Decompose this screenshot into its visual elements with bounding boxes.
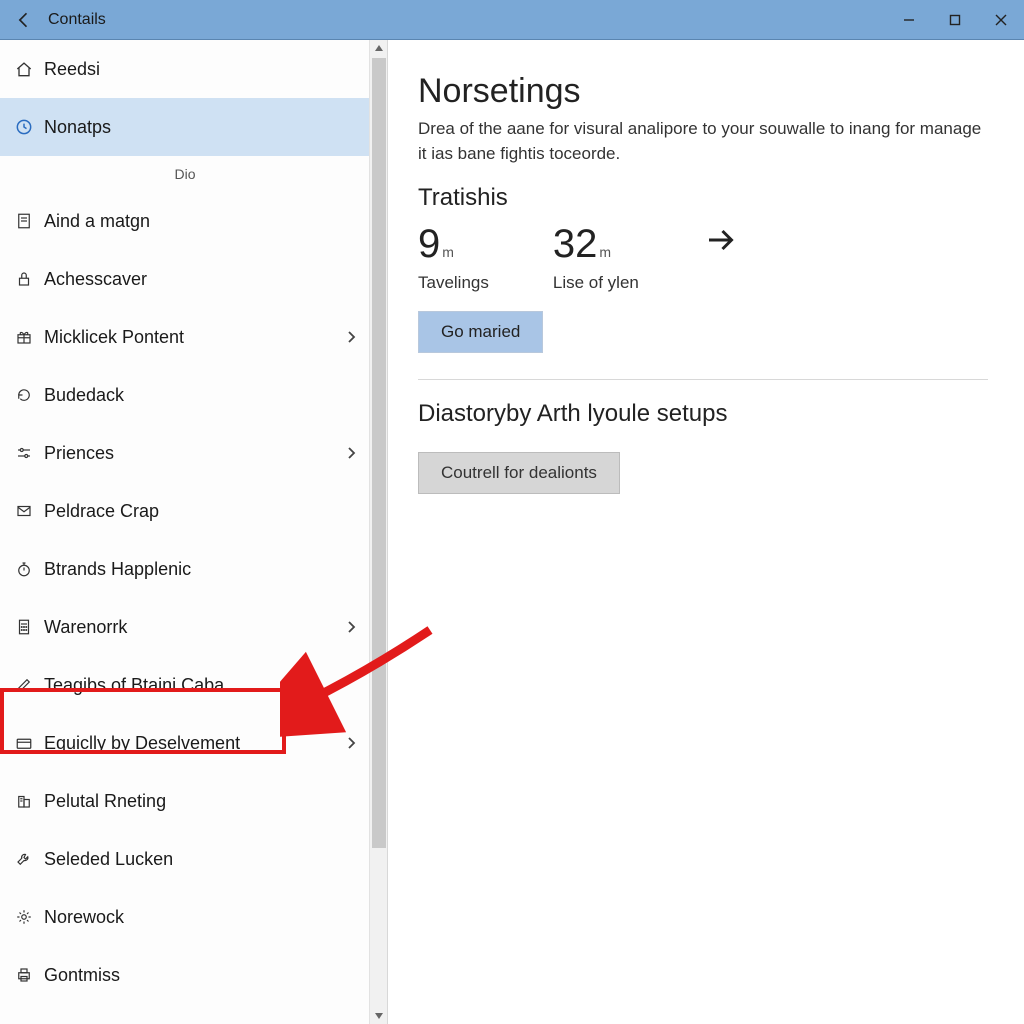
sidebar-item-teagibs-of-btaini-caba[interactable]: Teagibs of Btaini Caba xyxy=(0,656,370,714)
sidebar-item-warenorrk[interactable]: Warenorrk xyxy=(0,598,370,656)
minimize-button[interactable] xyxy=(886,0,932,40)
home-icon xyxy=(10,59,38,79)
stat-value: 32 xyxy=(553,222,598,267)
calculator-icon xyxy=(10,618,38,636)
mail-icon xyxy=(10,502,38,520)
sidebar-item-achesscaver[interactable]: Achesscaver xyxy=(0,250,370,308)
stat-tavelings: 9m Tavelings xyxy=(418,222,489,293)
building-icon xyxy=(10,792,38,810)
sidebar-item-label: Gontmiss xyxy=(44,965,120,986)
scroll-thumb[interactable] xyxy=(372,58,386,848)
sidebar-item-label: Budedack xyxy=(44,385,124,406)
sidebar-item-btrands-happlenic[interactable]: Btrands Happlenic xyxy=(0,540,370,598)
back-button[interactable] xyxy=(6,2,42,38)
sidebar-item-label: Norewock xyxy=(44,907,124,928)
sidebar-item-label: Nonatps xyxy=(44,117,111,138)
sidebar-item-reedsi[interactable]: Reedsi xyxy=(0,40,370,98)
sidebar-item-equiclly-by-deselvement[interactable]: Equiclly by Deselvement xyxy=(0,714,370,772)
close-button[interactable] xyxy=(978,0,1024,40)
stats-row: 9m Tavelings 32m Lise of ylen xyxy=(418,222,988,293)
sidebar-item-nonatps[interactable]: Nonatps xyxy=(0,98,370,156)
sidebar-item-gontmiss[interactable]: Gontmiss xyxy=(0,946,370,1004)
gift-icon xyxy=(10,328,38,346)
sidebar: Reedsi Nonatps Dio Aind a matgn Aches xyxy=(0,40,388,1024)
card-icon xyxy=(10,734,38,752)
stat-lise-of-ylen: 32m Lise of ylen xyxy=(553,222,639,293)
stat-label: Lise of ylen xyxy=(553,273,639,293)
sidebar-item-label: Pelutal Rneting xyxy=(44,791,166,812)
window-title: Contails xyxy=(48,11,106,29)
stat-unit: m xyxy=(442,244,454,260)
stat-label: Tavelings xyxy=(418,273,489,293)
sidebar-item-aind-a-matgn[interactable]: Aind a matgn xyxy=(0,192,370,250)
sidebar-section-label: Dio xyxy=(0,156,370,192)
page-heading: Norsetings xyxy=(418,72,988,111)
stats-title: Tratishis xyxy=(418,184,988,212)
sidebar-item-label: Priences xyxy=(44,443,114,464)
sidebar-scrollbar[interactable] xyxy=(369,40,387,1024)
sliders-icon xyxy=(10,444,38,462)
wrench-icon xyxy=(10,850,38,868)
sidebar-item-seleded-lucken[interactable]: Seleded Lucken xyxy=(0,830,370,888)
stopwatch-icon xyxy=(10,560,38,578)
sidebar-item-pelutal-rneting[interactable]: Pelutal Rneting xyxy=(0,772,370,830)
sidebar-item-label: Btrands Happlenic xyxy=(44,559,191,580)
page-description: Drea of the aane for visural analipore t… xyxy=(418,117,988,166)
coutrell-for-dealionts-button[interactable]: Coutrell for dealionts xyxy=(418,452,620,494)
clock-icon xyxy=(10,117,38,137)
sidebar-item-priences[interactable]: Priences xyxy=(0,424,370,482)
chevron-right-icon xyxy=(346,736,356,750)
refresh-icon xyxy=(10,386,38,404)
sidebar-item-label: Seleded Lucken xyxy=(44,849,173,870)
stat-arrow[interactable] xyxy=(703,222,739,258)
scroll-down-icon[interactable] xyxy=(370,1008,388,1024)
sidebar-item-norewock[interactable]: Norewock xyxy=(0,888,370,946)
sidebar-item-micklicek-pontent[interactable]: Micklicek Pontent xyxy=(0,308,370,366)
sidebar-item-peldrace-crap[interactable]: Peldrace Crap xyxy=(0,482,370,540)
go-maried-button[interactable]: Go maried xyxy=(418,311,543,353)
chevron-right-icon xyxy=(346,620,356,634)
lock-icon xyxy=(10,270,38,288)
sidebar-item-label: Equiclly by Deselvement xyxy=(44,733,240,754)
chevron-right-icon xyxy=(346,446,356,460)
chevron-right-icon xyxy=(346,330,356,344)
divider xyxy=(418,379,988,380)
printer-icon xyxy=(10,966,38,984)
gear-icon xyxy=(10,908,38,926)
section-2-title: Diastoryby Arth lyoule setups xyxy=(418,400,988,428)
titlebar: Contails xyxy=(0,0,1024,40)
pencil-icon xyxy=(10,676,38,694)
sidebar-item-label: Achesscaver xyxy=(44,269,147,290)
sidebar-item-label: Aind a matgn xyxy=(44,211,150,232)
content-pane: Norsetings Drea of the aane for visural … xyxy=(388,40,1024,1024)
sidebar-nav: Reedsi Nonatps Dio Aind a matgn Aches xyxy=(0,40,370,1004)
scroll-up-icon[interactable] xyxy=(370,40,388,56)
stat-unit: m xyxy=(599,244,611,260)
sidebar-item-label: Teagibs of Btaini Caba xyxy=(44,675,224,696)
sidebar-item-label: Reedsi xyxy=(44,59,100,80)
maximize-button[interactable] xyxy=(932,0,978,40)
sidebar-item-label: Micklicek Pontent xyxy=(44,327,184,348)
sidebar-item-budedack[interactable]: Budedack xyxy=(0,366,370,424)
sidebar-item-label: Peldrace Crap xyxy=(44,501,159,522)
stat-value: 9 xyxy=(418,222,440,267)
document-icon xyxy=(10,212,38,230)
sidebar-item-label: Warenorrk xyxy=(44,617,127,638)
